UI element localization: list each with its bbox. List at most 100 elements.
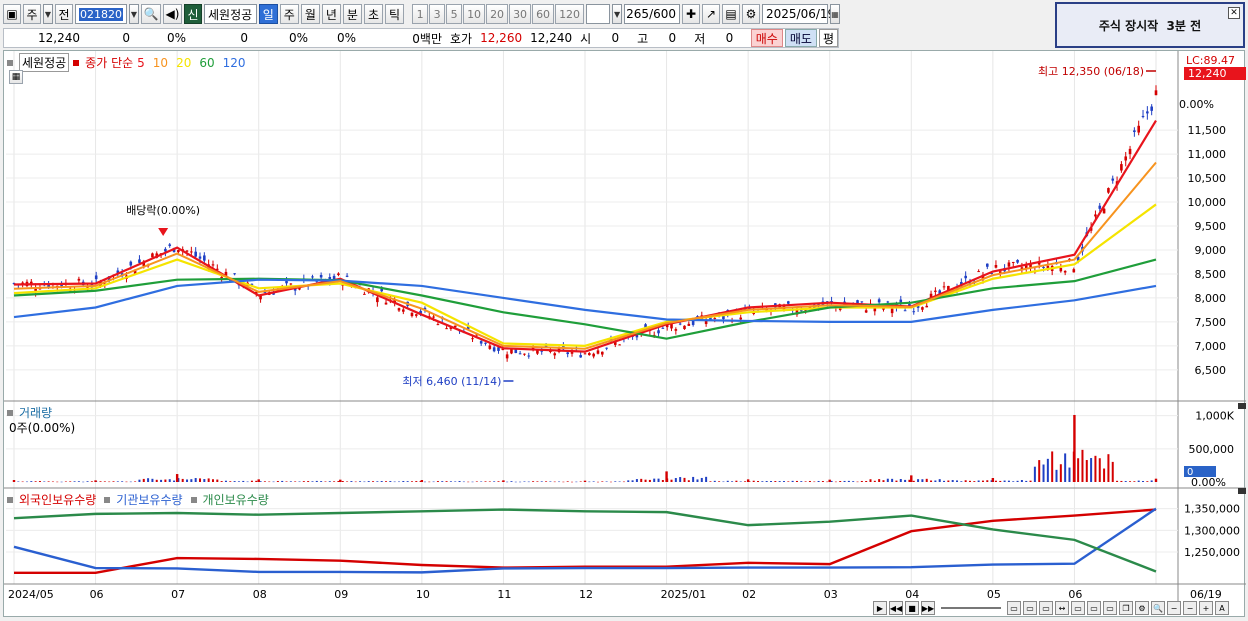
volume-bar — [1120, 480, 1123, 482]
ma-period-label[interactable]: 120 — [223, 56, 246, 70]
low-value: 0 — [725, 31, 734, 45]
period-tab[interactable]: 주 — [279, 4, 299, 24]
chevron-down-icon[interactable]: ▼ — [128, 4, 139, 24]
ma-period-label[interactable]: 20 — [176, 56, 191, 70]
volume-bar — [211, 479, 214, 482]
chevron-down-icon[interactable]: ▼ — [43, 4, 53, 24]
candle-body — [596, 350, 600, 354]
close-icon[interactable]: ✕ — [1228, 7, 1240, 19]
volume-bar — [739, 481, 742, 482]
ma-period-label[interactable]: 60 — [199, 56, 214, 70]
code-input[interactable]: 021820 — [74, 4, 127, 24]
volume-bar — [289, 481, 292, 482]
forward-icon[interactable]: ▶▶ — [921, 601, 935, 615]
crosshair-icon[interactable]: ✚ — [682, 4, 701, 24]
volume-bar — [173, 480, 176, 482]
zoom-slider[interactable] — [941, 607, 1001, 609]
legend-square-icon — [7, 59, 13, 66]
interval-tab[interactable]: 20 — [486, 4, 509, 24]
arrow-icon[interactable]: ↔ — [1055, 601, 1069, 615]
volume-bar — [497, 481, 500, 482]
period-tab[interactable]: 일 — [258, 4, 278, 24]
bid-price: 12,240 — [530, 31, 573, 45]
volume-bar — [1033, 466, 1036, 482]
stop-icon[interactable]: ■ — [905, 601, 919, 615]
ma-label[interactable]: 종가 단순 — [85, 54, 133, 71]
gear-icon[interactable]: ⚙ — [742, 4, 761, 24]
volume-bar — [912, 480, 915, 482]
eval-button[interactable]: 평 — [818, 29, 838, 47]
interval-input[interactable] — [586, 4, 611, 24]
layout-icon[interactable]: ▭ — [1007, 601, 1021, 615]
interval-tab[interactable]: 30 — [509, 4, 532, 24]
volume-sub: 0주(0.00%) — [9, 419, 75, 436]
interval-tab[interactable]: 5 — [446, 4, 463, 24]
candle-body — [713, 318, 717, 320]
plus-icon[interactable]: + — [1199, 601, 1213, 615]
chart-svg[interactable]: 6,500 7,000 7,500 8,000 8,500 9,000 9,500 10,00… — [4, 51, 1246, 618]
volume-bar — [1068, 467, 1071, 482]
minus2-icon[interactable]: − — [1183, 601, 1197, 615]
layout6-icon[interactable]: ▭ — [1103, 601, 1117, 615]
interval-tab[interactable]: 10 — [463, 4, 486, 24]
candle-body — [510, 349, 513, 354]
volume-bar — [852, 481, 855, 482]
candle-body — [492, 347, 496, 352]
period-tab[interactable]: 틱 — [385, 4, 405, 24]
date-field[interactable]: 2025/06/19 — [762, 4, 835, 24]
individual-holding-label[interactable]: 개인보유수량 — [203, 491, 269, 508]
type-selector[interactable]: 주 — [23, 4, 41, 24]
interval-tab[interactable]: 60 — [532, 4, 555, 24]
legend-square-icon — [7, 409, 13, 416]
volume-peak-bar — [665, 471, 668, 482]
candle-body — [1141, 115, 1145, 117]
period-tab[interactable]: 분 — [342, 4, 362, 24]
period-tab[interactable]: 월 — [300, 4, 320, 24]
interval-tab[interactable]: 120 — [555, 4, 585, 24]
save-icon[interactable]: ▤ — [722, 4, 741, 24]
minus-icon[interactable]: − — [1167, 601, 1181, 615]
period-tab[interactable]: 초 — [363, 4, 384, 24]
trend-icon[interactable]: ↗ — [702, 4, 721, 24]
foreign-holding-label[interactable]: 외국인보유수량 — [19, 491, 96, 508]
search-icon[interactable]: 🔍 — [140, 4, 161, 24]
grid-icon[interactable]: ▦ — [9, 70, 23, 84]
window-icon[interactable]: ▣ — [3, 4, 21, 24]
layout3-icon[interactable]: ▭ — [1039, 601, 1053, 615]
buy-button[interactable]: 매수 — [750, 29, 783, 47]
layout2-icon[interactable]: ▭ — [1023, 601, 1037, 615]
institution-holding-label[interactable]: 기관보유수량 — [116, 491, 182, 508]
settings-icon[interactable]: ⚙ — [1135, 601, 1149, 615]
ma-period-label[interactable]: 5 — [137, 56, 145, 70]
period-tab[interactable]: 년 — [321, 4, 341, 24]
volume-bar — [981, 480, 984, 482]
layout4-icon[interactable]: ▭ — [1071, 601, 1085, 615]
chart-area[interactable]: 6,500 7,000 7,500 8,000 8,500 9,000 9,500 10,00… — [3, 50, 1246, 618]
legend-square-icon — [73, 59, 80, 66]
rewind-icon[interactable]: ◀◀ — [889, 601, 903, 615]
volume-bar — [86, 481, 89, 482]
volume-bar — [272, 481, 275, 483]
calendar-icon[interactable]: ▦ — [830, 4, 840, 24]
sell-button[interactable]: 매도 — [784, 29, 817, 47]
volume-bar — [1116, 480, 1119, 482]
candle-body — [479, 341, 483, 344]
stock-tag[interactable]: 세원정공 — [19, 53, 70, 72]
interval-tab[interactable]: 1 — [412, 4, 429, 24]
stock-name-field[interactable]: 세원정공 — [204, 4, 257, 24]
play-icon[interactable]: ▶ — [873, 601, 887, 615]
zoom-icon[interactable]: 🔍 — [1151, 601, 1165, 615]
interval-tab[interactable]: 3 — [429, 4, 446, 24]
prefix-button[interactable]: 전 — [54, 4, 73, 24]
layout5-icon[interactable]: ▭ — [1087, 601, 1101, 615]
volume-bar — [960, 481, 963, 482]
ask-price: 12,260 — [480, 31, 523, 45]
copy-icon[interactable]: ❐ — [1119, 601, 1133, 615]
speaker-icon[interactable]: ◀) — [162, 4, 183, 24]
chevron-down-icon[interactable]: ▼ — [612, 4, 623, 24]
count-field[interactable]: 265/600 — [624, 4, 681, 24]
font-icon[interactable]: A — [1215, 601, 1229, 615]
code-value: 021820 — [78, 7, 123, 21]
volume-bar — [423, 481, 426, 483]
ma-period-label[interactable]: 10 — [153, 56, 168, 70]
